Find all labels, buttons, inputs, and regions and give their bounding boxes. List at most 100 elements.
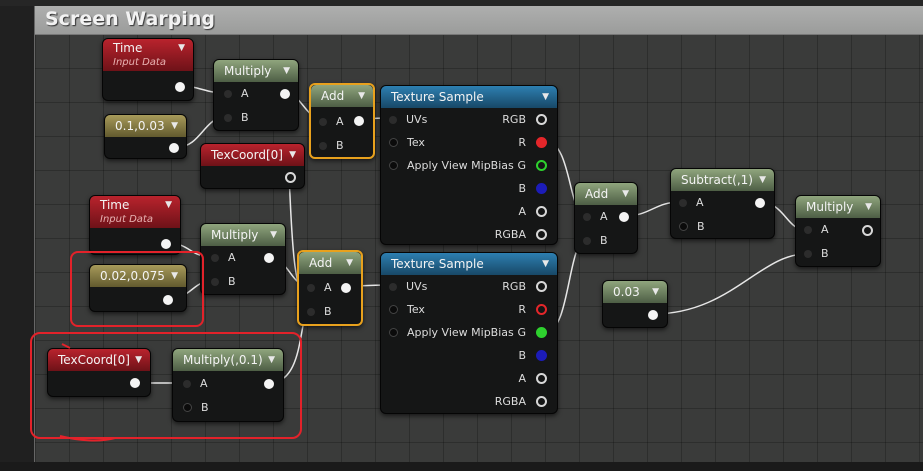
- node-title: Time: [113, 41, 143, 55]
- output-pin[interactable]: [648, 310, 658, 320]
- input-pin-tex[interactable]: Tex: [389, 136, 425, 150]
- texcoord-node-1[interactable]: TexCoord[0] ▼: [200, 143, 305, 189]
- output-pin-b[interactable]: [536, 350, 547, 361]
- pin-label: A: [228, 251, 236, 264]
- node-title: TexCoord[0]: [211, 148, 283, 162]
- chevron-down-icon[interactable]: ▼: [542, 86, 549, 108]
- chevron-down-icon[interactable]: ▼: [178, 39, 185, 57]
- output-pin-r[interactable]: [536, 137, 547, 148]
- pin-label: A: [324, 281, 332, 294]
- multiply-node-1[interactable]: Multiply ▼ A B: [213, 59, 299, 131]
- subtract-node[interactable]: Subtract(,1) ▼ A B: [670, 168, 775, 239]
- output-label-a: A: [518, 205, 526, 218]
- chevron-down-icon[interactable]: ▼: [171, 115, 178, 137]
- node-header[interactable]: Time Input Data ▼: [90, 196, 180, 228]
- node-header[interactable]: Subtract(,1) ▼: [671, 169, 774, 191]
- chevron-down-icon[interactable]: ▼: [165, 196, 172, 214]
- output-pin[interactable]: [161, 239, 171, 249]
- input-pin-b[interactable]: B: [319, 139, 344, 153]
- output-pin[interactable]: [755, 198, 765, 208]
- input-pin-b[interactable]: B: [804, 247, 829, 261]
- chevron-down-icon[interactable]: ▼: [346, 252, 353, 274]
- chevron-down-icon[interactable]: ▼: [358, 85, 365, 107]
- node-title: Multiply: [806, 200, 854, 214]
- node-header[interactable]: 0.1,0.03 ▼: [105, 115, 186, 137]
- node-title: Add: [309, 256, 333, 270]
- input-pin-uvs[interactable]: UVs: [389, 280, 427, 294]
- material-editor-graph[interactable]: Screen Warping Time Input Data ▼ 0.1,0.0…: [0, 0, 923, 471]
- input-pin-b[interactable]: B: [307, 305, 332, 319]
- output-pin-g[interactable]: [536, 160, 547, 171]
- node-header[interactable]: Texture Sample ▼: [381, 253, 557, 275]
- input-pin-b[interactable]: B: [224, 111, 249, 125]
- input-pin-mipbias[interactable]: Apply View MipBias: [389, 326, 514, 340]
- output-pin[interactable]: [280, 89, 290, 99]
- chevron-down-icon[interactable]: ▼: [759, 169, 766, 191]
- output-pin-g[interactable]: [536, 327, 547, 338]
- output-pin[interactable]: [264, 253, 274, 263]
- node-header[interactable]: Add ▼: [311, 85, 373, 107]
- chevron-down-icon[interactable]: ▼: [283, 60, 290, 82]
- output-pin[interactable]: [862, 225, 873, 236]
- chevron-down-icon[interactable]: ▼: [289, 144, 296, 166]
- input-pin-a[interactable]: A: [804, 223, 829, 237]
- output-label-r: R: [518, 136, 526, 149]
- output-pin[interactable]: [169, 143, 179, 153]
- chevron-down-icon[interactable]: ▼: [270, 224, 277, 246]
- constant-node[interactable]: 0.03 ▼: [602, 280, 668, 328]
- input-pin-b[interactable]: B: [211, 275, 236, 289]
- output-pin[interactable]: [354, 116, 364, 126]
- output-pin[interactable]: [619, 212, 629, 222]
- output-pin-b[interactable]: [536, 183, 547, 194]
- input-pin-a[interactable]: A: [211, 251, 236, 265]
- input-pin-a[interactable]: A: [307, 281, 332, 295]
- output-pin[interactable]: [175, 82, 185, 92]
- input-pin-b[interactable]: B: [583, 234, 608, 248]
- input-pin-tex[interactable]: Tex: [389, 303, 425, 317]
- node-header[interactable]: Time Input Data ▼: [103, 39, 193, 71]
- input-pin-mipbias[interactable]: Apply View MipBias: [389, 159, 514, 173]
- output-pin-a[interactable]: [536, 206, 547, 217]
- node-title: Texture Sample: [391, 257, 484, 271]
- output-pin-rgba[interactable]: [536, 229, 547, 240]
- input-pin-a[interactable]: A: [224, 87, 249, 101]
- input-pin-uvs[interactable]: UVs: [389, 113, 427, 127]
- chevron-down-icon[interactable]: ▼: [542, 253, 549, 275]
- multiply-node-4[interactable]: Multiply ▼ A B: [795, 195, 881, 267]
- node-header[interactable]: 0.03 ▼: [603, 281, 667, 303]
- node-title: Multiply: [224, 64, 272, 78]
- node-header[interactable]: Multiply ▼: [214, 60, 298, 82]
- input-pin-a[interactable]: A: [583, 210, 608, 224]
- output-pin[interactable]: [285, 172, 296, 183]
- input-pin-b[interactable]: B: [679, 220, 705, 234]
- input-pin-a[interactable]: A: [319, 115, 344, 129]
- add-node-3[interactable]: Add ▼ A B: [574, 182, 638, 254]
- time-node-1[interactable]: Time Input Data ▼: [102, 38, 194, 101]
- pin-label: B: [600, 234, 608, 247]
- constant2-node-1[interactable]: 0.1,0.03 ▼: [104, 114, 187, 159]
- node-header[interactable]: Add ▼: [575, 183, 637, 205]
- output-pin[interactable]: [341, 283, 351, 293]
- output-pin-rgb[interactable]: [536, 114, 547, 125]
- pin-label: B: [336, 139, 344, 152]
- node-header[interactable]: Add ▼: [299, 252, 361, 274]
- node-header[interactable]: Multiply ▼: [201, 224, 285, 246]
- output-pin-a[interactable]: [536, 373, 547, 384]
- chevron-down-icon[interactable]: ▼: [622, 183, 629, 205]
- node-header[interactable]: Multiply ▼: [796, 196, 880, 218]
- chevron-down-icon[interactable]: ▼: [865, 196, 872, 218]
- multiply-node-2[interactable]: Multiply ▼ A B: [200, 223, 286, 295]
- output-pin-r[interactable]: [536, 304, 547, 315]
- pin-label: A: [241, 87, 249, 100]
- output-pin-rgba[interactable]: [536, 396, 547, 407]
- add-node-1[interactable]: Add ▼ A B: [309, 83, 375, 159]
- chevron-down-icon[interactable]: ▼: [652, 281, 659, 303]
- add-node-2[interactable]: Add ▼ A B: [297, 250, 363, 326]
- texture-sample-node-1[interactable]: Texture Sample ▼ UVs Tex Apply View MipB…: [380, 85, 558, 245]
- input-pin-a[interactable]: A: [679, 196, 704, 210]
- time-node-2[interactable]: Time Input Data ▼: [89, 195, 181, 255]
- output-pin-rgb[interactable]: [536, 281, 547, 292]
- node-header[interactable]: Texture Sample ▼: [381, 86, 557, 108]
- texture-sample-node-2[interactable]: Texture Sample ▼ UVs Tex Apply View MipB…: [380, 252, 558, 414]
- node-header[interactable]: TexCoord[0] ▼: [201, 144, 304, 166]
